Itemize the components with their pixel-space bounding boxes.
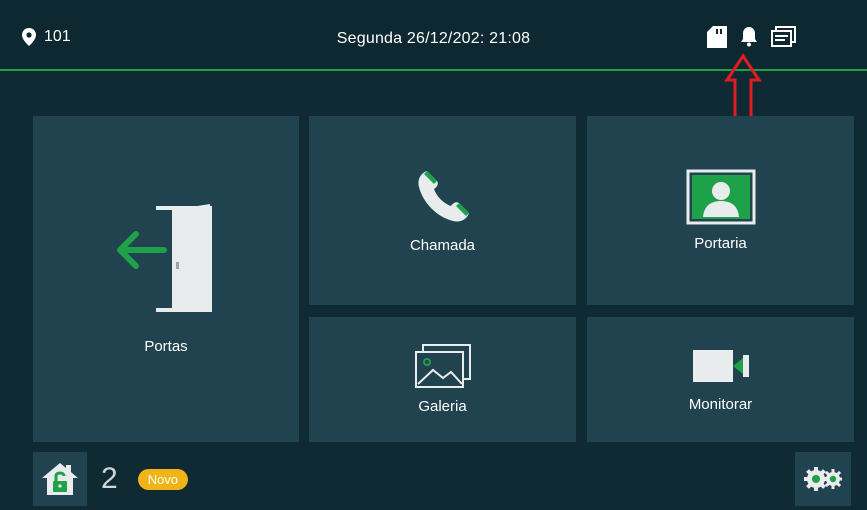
bell-icon[interactable] <box>739 26 759 48</box>
monitorar-tile[interactable]: Monitorar <box>587 317 854 442</box>
gears-icon <box>804 467 842 491</box>
portas-tile[interactable]: Portas <box>33 116 299 442</box>
monitorar-label: Monitorar <box>688 396 753 413</box>
chamada-label: Chamada <box>409 237 476 254</box>
message-icon[interactable] <box>771 26 797 48</box>
novo-badge[interactable]: Novo <box>137 468 189 490</box>
chamada-tile[interactable]: Chamada <box>309 116 576 305</box>
camera-icon <box>692 350 749 382</box>
gallery-icon <box>414 344 471 388</box>
portaria-label: Portaria <box>694 235 747 252</box>
door-exit-icon <box>117 203 212 312</box>
settings-button[interactable] <box>795 452 851 506</box>
guard-monitor-icon <box>686 169 755 225</box>
galeria-label: Galeria <box>418 398 467 415</box>
phone-icon <box>417 171 469 222</box>
status-icons <box>707 26 797 48</box>
footer-left: 2 Novo <box>33 452 189 506</box>
unlock-count: 2 <box>101 462 118 495</box>
home-unlock-icon <box>42 463 78 495</box>
sd-card-icon <box>707 26 727 48</box>
home-unlock-button[interactable] <box>33 452 87 506</box>
portas-label: Portas <box>144 337 188 355</box>
portaria-tile[interactable]: Portaria <box>587 116 854 305</box>
galeria-tile[interactable]: Galeria <box>309 317 576 442</box>
